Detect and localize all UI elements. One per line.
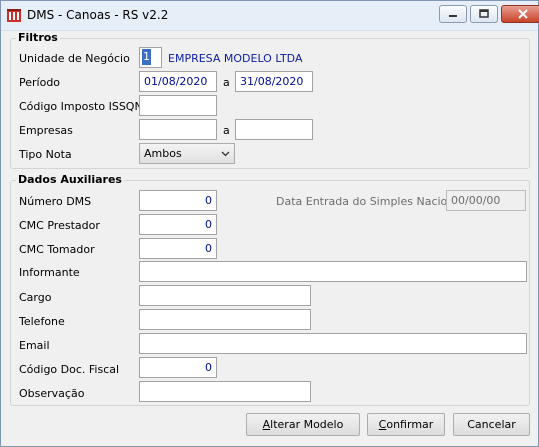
minimize-button[interactable] <box>439 5 467 23</box>
codigo-doc-fiscal-label: Código Doc. Fiscal <box>19 363 120 376</box>
confirmar-label: onfirmar <box>386 418 434 431</box>
alterar-modelo-button[interactable]: Alterar Modelo <box>246 413 360 436</box>
numero-dms-input[interactable]: 0 <box>139 190 217 211</box>
app-logo-icon <box>7 9 21 22</box>
tipo-nota-select[interactable]: Ambos <box>139 143 235 164</box>
data-entrada-input: 00/00/00 <box>446 190 526 211</box>
filtros-legend: Filtros <box>16 31 60 44</box>
unidade-label: Unidade de Negócio <box>19 52 130 65</box>
observacao-input[interactable] <box>139 381 311 402</box>
periodo-label: Período <box>19 76 61 89</box>
informante-label: Informante <box>19 266 80 279</box>
email-label: Email <box>19 339 50 352</box>
telefone-label: Telefone <box>19 315 65 328</box>
empresas-from-input[interactable] <box>139 119 217 140</box>
cmc-prestador-label: CMC Prestador <box>19 219 100 232</box>
tipo-nota-label: Tipo Nota <box>19 148 72 161</box>
cargo-label: Cargo <box>19 291 52 304</box>
cmc-tomador-input[interactable]: 0 <box>139 238 217 259</box>
periodo-separator: a <box>223 76 230 89</box>
dms-window: DMS - Canoas - RS v2.2 Filtros Unidade d… <box>0 0 539 447</box>
cargo-input[interactable] <box>139 285 311 306</box>
codigo-issqn-label: Código Imposto ISSQN <box>19 100 143 113</box>
unidade-name: EMPRESA MODELO LTDA <box>168 52 303 65</box>
codigo-issqn-input[interactable] <box>139 95 217 116</box>
dados-auxiliares-legend: Dados Auxiliares <box>16 173 124 186</box>
data-entrada-label: Data Entrada do Simples Nacional <box>276 195 465 208</box>
maximize-button[interactable] <box>470 5 498 23</box>
title-bar: DMS - Canoas - RS v2.2 <box>1 1 539 31</box>
window-title: DMS - Canoas - RS v2.2 <box>27 8 169 22</box>
empresas-separator: a <box>223 124 230 137</box>
alterar-label: lterar Modelo <box>270 418 344 431</box>
empresas-label: Empresas <box>19 124 73 137</box>
telefone-input[interactable] <box>139 309 311 330</box>
cmc-tomador-label: CMC Tomador <box>19 243 95 256</box>
minimize-icon <box>449 15 457 17</box>
periodo-from-input[interactable]: 01/08/2020 <box>139 71 217 92</box>
close-icon <box>518 9 528 19</box>
restore-icon <box>479 9 489 18</box>
chevron-down-icon <box>221 151 230 157</box>
tipo-nota-value: Ambos <box>144 147 182 160</box>
cmc-prestador-input[interactable]: 0 <box>139 214 217 235</box>
empresas-to-input[interactable] <box>235 119 313 140</box>
confirmar-button[interactable]: Confirmar <box>367 413 445 436</box>
cancelar-button[interactable]: Cancelar <box>453 413 530 436</box>
email-input[interactable] <box>139 333 527 354</box>
periodo-to-input[interactable]: 31/08/2020 <box>235 71 313 92</box>
unidade-value: 1 <box>142 49 151 65</box>
numero-dms-label: Número DMS <box>19 195 92 208</box>
close-button[interactable] <box>501 5 539 23</box>
unidade-input[interactable]: 1 <box>139 47 162 68</box>
codigo-doc-fiscal-input[interactable]: 0 <box>139 357 217 378</box>
informante-input[interactable] <box>139 261 527 282</box>
observacao-label: Observação <box>19 387 85 400</box>
